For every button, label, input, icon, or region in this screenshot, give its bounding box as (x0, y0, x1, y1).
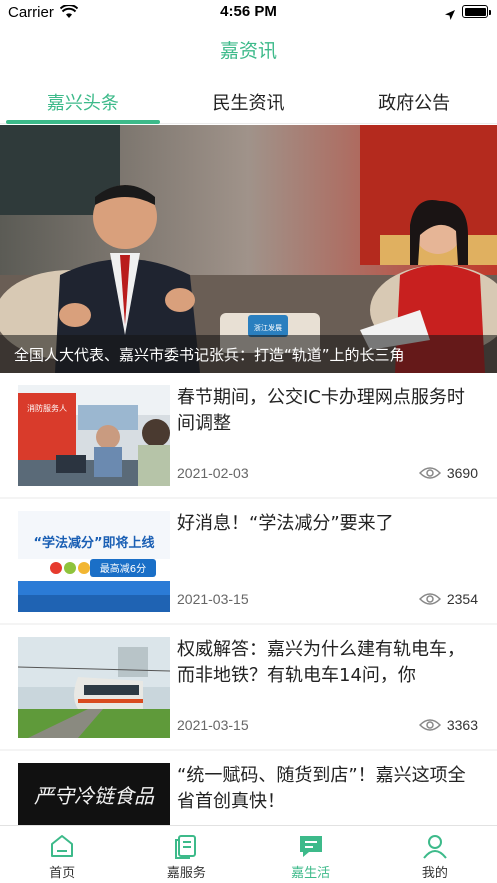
view-count: 3690 (418, 465, 478, 481)
clock: 4:56 PM (220, 3, 277, 20)
thumbnail-headline: “学法减分”即将上线 (33, 535, 154, 551)
news-item[interactable]: 消防服务人 春节期间，公交IC卡办理网点服务时间调整 2021-02-03 36… (0, 373, 497, 497)
tabbar-services[interactable]: 嘉服务 (124, 826, 248, 883)
news-thumbnail (18, 637, 170, 738)
bottom-tab-bar: 首页 嘉服务 嘉生活 我的 (0, 825, 497, 883)
view-count-value: 3363 (446, 717, 478, 733)
battery-icon (462, 5, 491, 18)
news-title: 春节期间，公交IC卡办理网点服务时间调整 (177, 387, 465, 434)
hero-banner[interactable]: 浙江发展 全国人大代表、嘉兴市委书记张兵：打造“轨道”上的长三角 (0, 125, 497, 373)
thumbnail-sign-text: 消防服务人 (27, 403, 67, 413)
tabbar-label: 首页 (49, 866, 76, 881)
tab-government-notices[interactable]: 政府公告 (331, 76, 497, 123)
news-title: 好消息！“学法减分”要来了 (177, 513, 394, 534)
page-title: 嘉资讯 (219, 40, 277, 62)
service-icon (175, 835, 197, 859)
tabbar-label: 我的 (421, 866, 448, 881)
tab-jiaxing-headlines[interactable]: 嘉兴头条 (0, 76, 166, 124)
thumbnail-badge: 最高减6分 (100, 562, 146, 575)
category-tabs: 嘉兴头条 民生资讯 政府公告 (0, 76, 497, 124)
tabbar-mine[interactable]: 我的 (373, 826, 497, 883)
news-list: 消防服务人 春节期间，公交IC卡办理网点服务时间调整 2021-02-03 36… (0, 373, 497, 825)
tabbar-home[interactable]: 首页 (0, 826, 124, 883)
status-bar: Carrier 4:56 PM (0, 0, 497, 26)
view-count: 2354 (418, 591, 478, 607)
location-arrow-icon (444, 6, 456, 25)
news-item[interactable]: “学法减分”即将上线 最高减6分 好消息！“学法减分”要来了 2021-03-1… (0, 499, 497, 623)
news-date: 2021-03-15 (177, 717, 249, 733)
news-thumbnail: 严守冷链食品 (18, 763, 170, 825)
view-count-value: 3690 (446, 465, 478, 481)
news-item[interactable]: 权威解答：嘉兴为什么建有轨电车，而非地铁？有轨电车14问，你 2021-03-1… (0, 625, 497, 749)
eye-icon (418, 593, 441, 605)
chat-icon (299, 836, 322, 857)
news-title: “统一赋码、随货到店”！嘉兴这项全省首创真快！ (177, 765, 466, 812)
tabbar-life[interactable]: 嘉生活 (249, 826, 373, 883)
tabbar-label: 嘉服务 (166, 866, 206, 881)
person-icon (423, 835, 447, 859)
eye-icon (418, 719, 441, 731)
news-title: 权威解答：嘉兴为什么建有轨电车，而非地铁？有轨电车14问，你 (177, 639, 465, 686)
view-count-value: 2354 (446, 591, 478, 607)
news-date: 2021-02-03 (177, 465, 249, 481)
news-item[interactable]: 严守冷链食品 “统一赋码、随货到店”！嘉兴这项全省首创真快！ (0, 751, 497, 825)
tab-livelihood-news[interactable]: 民生资讯 (166, 76, 332, 123)
home-icon (51, 835, 74, 857)
studio-logo: 浙江发展 (254, 323, 282, 332)
news-date: 2021-03-15 (177, 591, 249, 607)
tabbar-label: 嘉生活 (291, 866, 331, 881)
view-count: 3363 (418, 717, 478, 733)
hero-caption: 全国人大代表、嘉兴市委书记张兵：打造“轨道”上的长三角 (0, 335, 497, 373)
thumbnail-calligraphy: 严守冷链食品 (34, 784, 155, 808)
news-thumbnail: 消防服务人 (18, 385, 170, 486)
eye-icon (418, 467, 441, 479)
news-thumbnail: “学法减分”即将上线 最高减6分 (18, 511, 170, 612)
